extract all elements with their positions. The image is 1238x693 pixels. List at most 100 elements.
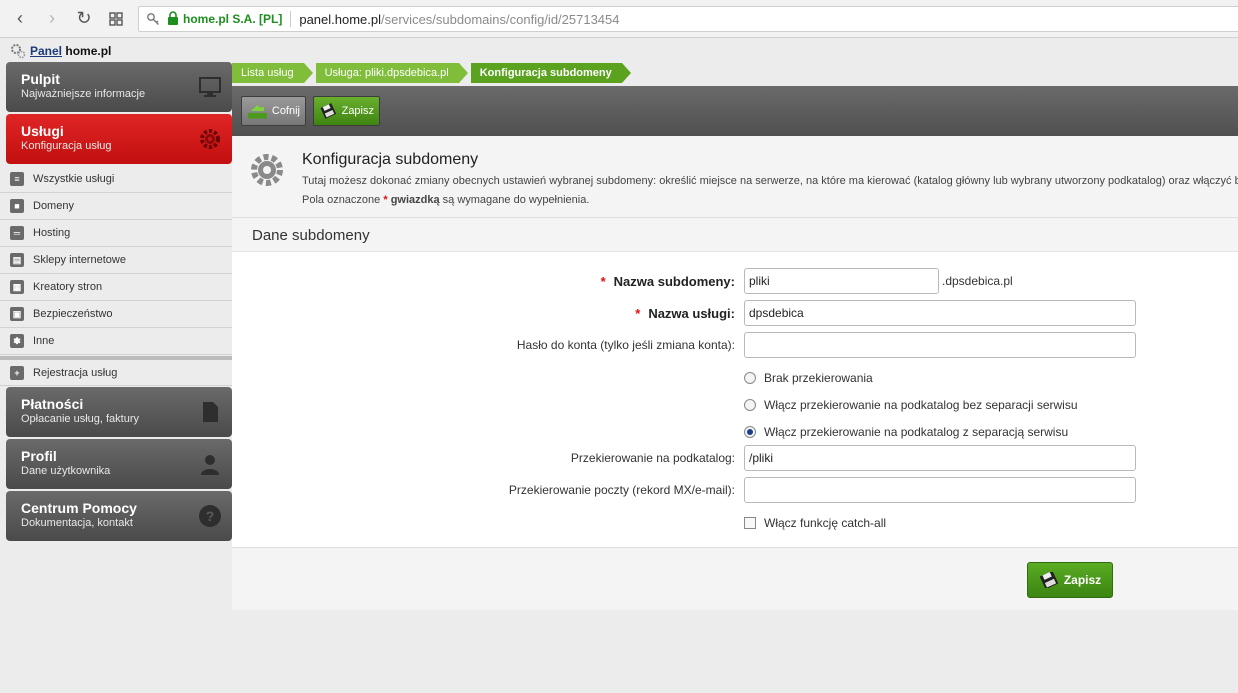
sidebar-item-inne[interactable]: ✽ Inne xyxy=(0,328,232,355)
action-toolbar: Cofnij Zapisz xyxy=(232,86,1238,136)
sidebar: Pulpit Najważniejsze informacje Usługi K… xyxy=(0,62,232,543)
breadcrumb: Lista usług Usługa: pliki.dpsdebica.pl K… xyxy=(232,62,1238,84)
password-input[interactable] xyxy=(744,332,1136,358)
required-note-pre: Pola oznaczone xyxy=(302,194,381,206)
svg-text:?: ? xyxy=(206,508,215,524)
logo-gears-icon xyxy=(11,44,26,59)
monitor-icon xyxy=(199,77,221,97)
sidebar-item-rejestracja[interactable]: + Rejestracja usług xyxy=(0,360,232,386)
document-icon: ■ xyxy=(10,199,24,213)
sidebar-pomoc-title: Centrum Pomocy xyxy=(21,500,137,516)
radio-button-checked[interactable] xyxy=(744,426,756,438)
sidebar-uslugi-title: Usługi xyxy=(21,123,64,139)
sidebar-item-label: Hosting xyxy=(33,227,71,239)
required-note: Pola oznaczone * gwiazdką są wymagane do… xyxy=(302,194,589,206)
user-icon xyxy=(201,455,219,475)
back-icon[interactable]: ‹ xyxy=(4,3,36,35)
save-button[interactable]: Zapisz xyxy=(313,96,380,126)
url-host: panel.home.pl xyxy=(299,11,382,27)
key-icon[interactable] xyxy=(139,12,167,26)
panel-logo[interactable]: Panel home .pl xyxy=(10,42,111,60)
radio-no-redirect[interactable]: Brak przekierowania xyxy=(744,371,873,385)
gear-icon xyxy=(200,129,220,149)
catchall-label: Włącz funkcję catch-all xyxy=(764,516,887,530)
sidebar-pulpit-subtitle: Najważniejsze informacje xyxy=(21,88,146,100)
logo-text-pl: .pl xyxy=(97,44,112,58)
sidebar-item-domeny[interactable]: ■ Domeny xyxy=(0,193,232,220)
sidebar-profil-title: Profil xyxy=(21,448,57,464)
sidebar-pomoc-subtitle: Dokumentacja, kontakt xyxy=(21,517,133,529)
sidebar-item-label: Bezpieczeństwo xyxy=(33,308,113,320)
subdomain-label: * Nazwa subdomeny: xyxy=(600,274,735,289)
sidebar-item-label: Wszystkie usługi xyxy=(33,173,115,185)
sidebar-item-wszystkie[interactable]: ≡ Wszystkie usługi xyxy=(0,166,232,193)
redirect-input[interactable] xyxy=(744,445,1136,471)
radio-button[interactable] xyxy=(744,372,756,384)
secure-label: home.pl S.A. [PL] xyxy=(183,12,283,26)
sidebar-item-kreatory[interactable]: ▦ Kreatory stron xyxy=(0,274,232,301)
reload-icon[interactable]: ↻ xyxy=(68,3,100,35)
sidebar-uslugi-subtitle: Konfiguracja usług xyxy=(21,140,112,152)
back-arrow-icon xyxy=(247,104,267,119)
asterisk-icon: ✽ xyxy=(10,334,24,348)
sidebar-centrum-pomocy[interactable]: Centrum Pomocy Dokumentacja, kontakt ? xyxy=(6,491,232,541)
sidebar-item-bezpieczenstwo[interactable]: ▣ Bezpieczeństwo xyxy=(0,301,232,328)
mail-input[interactable] xyxy=(744,477,1136,503)
settings-gear-icon xyxy=(251,154,283,186)
breadcrumb-konfiguracja: Konfiguracja subdomeny xyxy=(470,63,631,83)
form-footer: Zapisz xyxy=(232,547,1238,610)
mail-label: Przekierowanie poczty (rekord MX/e-mail)… xyxy=(508,483,735,497)
sidebar-item-hosting[interactable]: ═ Hosting xyxy=(0,220,232,247)
radio-redirect-no-separation[interactable]: Włącz przekierowanie na podkatalog bez s… xyxy=(744,398,1078,412)
page-title: Konfiguracja subdomeny xyxy=(302,151,479,168)
lock-icon: ▣ xyxy=(10,307,24,321)
forward-icon[interactable]: › xyxy=(36,3,68,35)
sidebar-platnosci-title: Płatności xyxy=(21,396,84,412)
catchall-checkbox-row[interactable]: Włącz funkcję catch-all xyxy=(744,516,886,530)
subdomain-input[interactable] xyxy=(744,268,939,294)
save-button-label: Zapisz xyxy=(341,105,374,117)
section-title: Dane subdomeny xyxy=(232,218,1238,252)
radio-button[interactable] xyxy=(744,399,756,411)
sidebar-item-label: Rejestracja usług xyxy=(33,366,118,379)
floppy-icon xyxy=(320,103,337,119)
back-button-label: Cofnij xyxy=(271,105,300,117)
sidebar-platnosci[interactable]: Płatności Opłacanie usług, faktury xyxy=(6,387,232,437)
radio-label: Brak przekierowania xyxy=(764,371,873,385)
sidebar-platnosci-subtitle: Opłacanie usług, faktury xyxy=(21,413,140,425)
required-note-post: są wymagane do wypełnienia. xyxy=(442,194,590,206)
logo-text-panel: Panel xyxy=(30,44,63,58)
clipboard-icon: ≡ xyxy=(10,172,24,186)
sidebar-pulpit[interactable]: Pulpit Najważniejsze informacje xyxy=(6,62,232,112)
page-description: Tutaj możesz dokonać zmiany obecnych ust… xyxy=(302,175,1238,187)
breadcrumb-lista-uslug[interactable]: Lista usług xyxy=(232,63,313,83)
browser-toolbar: ‹ › ↻ home.pl S.A. [PL] panel.home.pl/se… xyxy=(0,0,1238,38)
plus-icon: + xyxy=(10,365,24,380)
catchall-checkbox[interactable] xyxy=(744,517,756,529)
sidebar-profil[interactable]: Profil Dane użytkownika xyxy=(6,439,232,489)
apps-icon[interactable] xyxy=(100,3,132,35)
address-bar[interactable]: home.pl S.A. [PL] panel.home.pl/services… xyxy=(138,6,1238,32)
url-path: /services/subdomains/config/id/25713454 xyxy=(381,11,620,27)
required-note-word: gwiazdką xyxy=(390,194,440,206)
sidebar-item-sklepy[interactable]: ▤ Sklepy internetowe xyxy=(0,247,232,274)
service-label: * Nazwa usługi: xyxy=(635,306,735,321)
redirect-label: Przekierowanie na podkatalog: xyxy=(570,451,735,465)
service-input[interactable] xyxy=(744,300,1136,326)
page-header: Konfiguracja subdomeny Tutaj możesz doko… xyxy=(232,136,1238,218)
sidebar-uslugi[interactable]: Usługi Konfiguracja usług xyxy=(6,114,232,164)
sidebar-item-label: Inne xyxy=(33,335,55,347)
main-content: Konfiguracja subdomeny Tutaj możesz doko… xyxy=(232,136,1238,610)
radio-label: Włącz przekierowanie na podkatalog z sep… xyxy=(764,425,1069,439)
save-submit-button[interactable]: Zapisz xyxy=(1027,562,1113,598)
breadcrumb-usluga[interactable]: Usługa: pliki.dpsdebica.pl xyxy=(315,63,468,83)
subdomain-suffix: .dpsdebica.pl xyxy=(942,274,1013,288)
sidebar-profil-subtitle: Dane użytkownika xyxy=(21,465,111,477)
radio-redirect-separation[interactable]: Włącz przekierowanie na podkatalog z sep… xyxy=(744,425,1068,439)
lock-icon xyxy=(167,10,179,28)
radio-label: Włącz przekierowanie na podkatalog bez s… xyxy=(764,398,1078,412)
cart-icon: ▤ xyxy=(10,253,24,267)
help-icon: ? xyxy=(199,505,221,527)
back-button[interactable]: Cofnij xyxy=(241,96,306,126)
password-label: Hasło do konta (tylko jeśli zmiana konta… xyxy=(516,338,735,352)
